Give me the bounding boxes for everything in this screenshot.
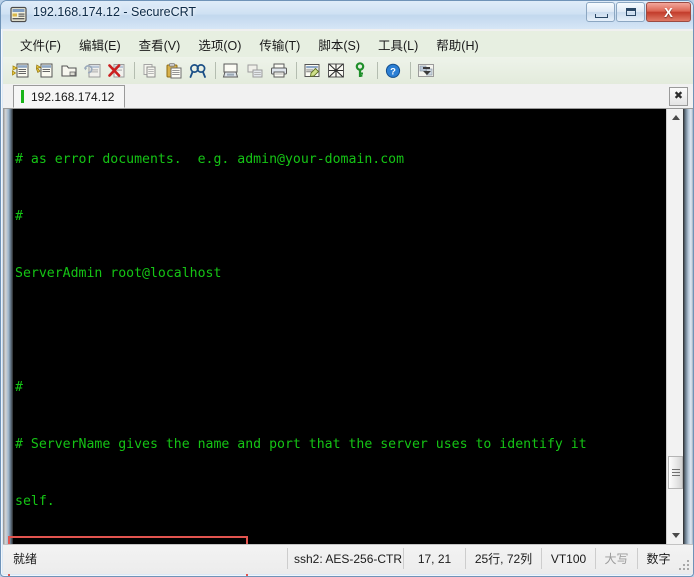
toolbar-paste[interactable] (163, 60, 185, 81)
toolbar-separator-1 (134, 62, 135, 79)
paste-icon (166, 62, 182, 78)
scroll-up-button[interactable] (667, 109, 684, 126)
toolbar-print-screen[interactable] (220, 60, 242, 81)
terminal-line: # (15, 209, 23, 224)
status-caps-lock: 大写 (595, 548, 637, 569)
toolbar-new-session[interactable] (10, 60, 32, 81)
toolbar-connect-sftp[interactable] (34, 60, 56, 81)
terminal-left-edge (3, 109, 13, 544)
securecrt-icon (10, 6, 27, 23)
connect-local-shell-icon (61, 64, 77, 77)
print-icon (271, 63, 287, 77)
maximize-button[interactable] (616, 2, 645, 22)
menu-options[interactable]: 选项(O) (189, 32, 250, 57)
status-emulation: VT100 (541, 548, 595, 569)
toolbar-separator-2 (215, 62, 216, 79)
tab-session-192-168-174-12[interactable]: 192.168.174.12 (13, 85, 126, 108)
menu-file[interactable]: 文件(F) (11, 32, 70, 57)
close-icon: X (664, 4, 673, 20)
menu-edit[interactable]: 编辑(E) (70, 32, 130, 57)
toolbar-separator-3 (296, 62, 297, 79)
log-session-icon (247, 64, 263, 77)
client-area: 文件(F) 编辑(E) 查看(V) 选项(O) 传输(T) 脚本(S) 工具(L… (3, 29, 693, 576)
session-options-icon (304, 63, 320, 77)
status-num-lock: 数字 (637, 548, 679, 569)
close-button[interactable]: X (646, 2, 691, 22)
menu-bar: 文件(F) 编辑(E) 查看(V) 选项(O) 传输(T) 脚本(S) 工具(L… (3, 31, 693, 57)
toolbar-session-options[interactable] (301, 60, 323, 81)
scroll-down-button[interactable] (667, 527, 684, 544)
status-bar: 就绪 ssh2: AES-256-CTR 17, 21 25行, 72列 VT1… (3, 544, 693, 574)
chevron-down-icon (671, 533, 680, 538)
toolbar-copy[interactable] (139, 60, 161, 81)
grip-icon (671, 469, 680, 476)
terminal-line: # ServerName gives the name and port tha… (15, 437, 587, 452)
print-screen-icon (222, 63, 239, 77)
chevron-up-icon (671, 115, 680, 120)
help-icon: ? (385, 63, 401, 78)
connect-sftp-icon (36, 63, 53, 77)
toolbar-log-session[interactable] (244, 60, 266, 81)
window-frame: 192.168.174.12 - SecureCRT X 文件(F) 编辑(E)… (0, 0, 694, 577)
toolbar-separator-5 (410, 62, 411, 79)
tab-connected-indicator (21, 90, 24, 103)
toolbar-print[interactable] (268, 60, 290, 81)
menu-help[interactable]: 帮助(H) (427, 32, 487, 57)
scrollbar-thumb[interactable] (668, 456, 683, 489)
menu-tools[interactable]: 工具(L) (369, 32, 427, 57)
status-ready: 就绪 (13, 552, 38, 566)
toolbar-reconnect[interactable] (82, 60, 104, 81)
securecrt-window: 192.168.174.12 - SecureCRT X 文件(F) 编辑(E)… (0, 0, 694, 577)
tool-bar: ? (3, 57, 693, 84)
close-icon: ✖ (673, 90, 684, 102)
terminal-screen[interactable]: # as error documents. e.g. admin@your-do… (13, 109, 666, 544)
toolbar-local-shell[interactable] (58, 60, 80, 81)
toolbar-key[interactable] (349, 60, 371, 81)
tab-close-button[interactable]: ✖ (669, 87, 688, 106)
new-session-icon (12, 63, 29, 77)
menu-view[interactable]: 查看(V) (130, 32, 190, 57)
terminal-scrollbar[interactable] (666, 109, 683, 544)
toolbar-overflow-button[interactable] (422, 60, 431, 81)
menu-transfer[interactable]: 传输(T) (250, 32, 309, 57)
tile-windows-icon (328, 63, 344, 77)
status-screen-size: 25行, 72列 (465, 548, 541, 569)
reconnect-icon (84, 63, 101, 77)
toolbar-disconnect[interactable] (106, 60, 128, 81)
title-bar[interactable]: 192.168.174.12 - SecureCRT X (1, 1, 693, 29)
window-controls: X (585, 2, 691, 22)
tab-bar: 192.168.174.12 ✖ (3, 84, 693, 109)
disconnect-icon (108, 63, 125, 77)
terminal-line: # as error documents. e.g. admin@your-do… (15, 152, 405, 167)
terminal-line: ServerAdmin root@localhost (15, 266, 222, 281)
status-cursor-position: 17, 21 (403, 548, 465, 569)
toolbar-help[interactable]: ? (382, 60, 404, 81)
resize-grip-icon[interactable] (677, 558, 690, 571)
toolbar-separator-4 (377, 62, 378, 79)
key-icon (355, 61, 365, 77)
terminal-line: # (15, 380, 23, 395)
window-title: 192.168.174.12 - SecureCRT (33, 5, 197, 19)
terminal-area: # as error documents. e.g. admin@your-do… (3, 109, 693, 576)
svg-text:?: ? (390, 66, 396, 77)
terminal-right-edge (683, 109, 693, 544)
tab-label: 192.168.174.12 (31, 89, 115, 104)
terminal-line: self. (15, 494, 55, 509)
find-icon (189, 63, 206, 78)
menu-script[interactable]: 脚本(S) (309, 32, 369, 57)
status-cipher: ssh2: AES-256-CTR (287, 548, 403, 569)
chevron-down-icon (422, 70, 431, 75)
toolbar-find[interactable] (187, 60, 209, 81)
copy-icon (143, 63, 156, 77)
toolbar-tile-windows[interactable] (325, 60, 347, 81)
minimize-button[interactable] (586, 2, 615, 22)
